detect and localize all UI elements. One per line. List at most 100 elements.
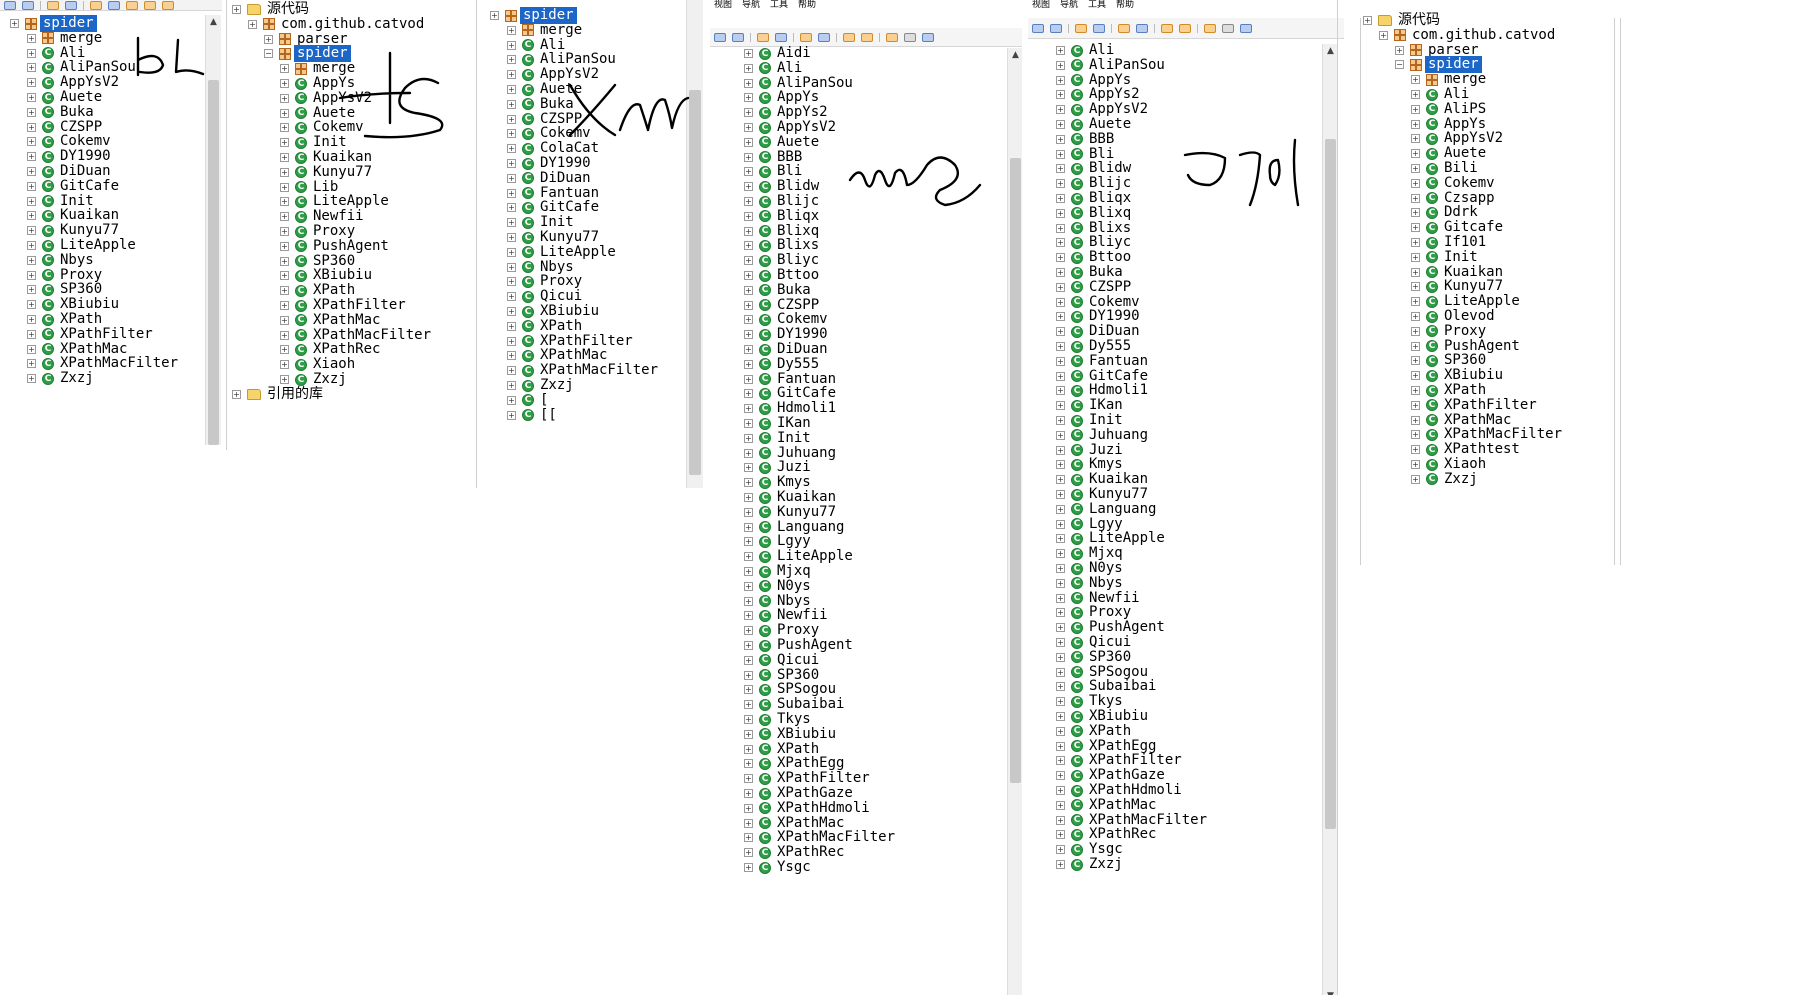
expand-icon[interactable]: + <box>1411 341 1420 351</box>
next-icon[interactable] <box>861 32 873 42</box>
expand-icon[interactable]: + <box>1056 771 1065 781</box>
expand-icon[interactable]: + <box>1411 474 1420 484</box>
scroll-up-icon[interactable]: ▲ <box>1008 48 1022 63</box>
expand-icon[interactable]: + <box>280 227 289 236</box>
expand-icon[interactable]: + <box>744 463 753 473</box>
expand-icon[interactable]: + <box>744 123 753 132</box>
expand-icon[interactable]: + <box>280 108 289 118</box>
expand-icon[interactable]: + <box>744 226 753 236</box>
expand-icon[interactable]: + <box>1056 297 1065 307</box>
expand-icon[interactable]: + <box>1411 430 1420 440</box>
forward-arrow-icon[interactable] <box>757 32 769 42</box>
menu-help[interactable]: 帮助 <box>798 0 816 10</box>
expand-icon[interactable]: + <box>1056 386 1065 396</box>
expand-icon[interactable]: + <box>744 596 753 606</box>
expand-icon[interactable]: + <box>507 218 516 228</box>
package-icon[interactable] <box>162 0 174 10</box>
expand-icon[interactable]: + <box>744 315 753 325</box>
expand-icon[interactable]: + <box>744 626 753 636</box>
expand-icon[interactable]: + <box>1411 460 1420 469</box>
expand-icon[interactable]: + <box>744 715 753 724</box>
expand-icon[interactable]: + <box>280 241 289 251</box>
expand-icon[interactable]: + <box>27 181 36 191</box>
expand-icon[interactable]: + <box>27 48 36 58</box>
expand-icon[interactable]: + <box>1056 60 1065 70</box>
expand-icon[interactable]: + <box>744 330 753 340</box>
panel-5-scrollbar[interactable]: ▲ ▼ <box>1322 44 1338 995</box>
expand-icon[interactable]: + <box>1056 134 1065 144</box>
expand-icon[interactable]: + <box>1056 149 1065 159</box>
expand-icon[interactable]: + <box>27 152 36 162</box>
expand-icon[interactable]: + <box>280 182 289 192</box>
expand-icon[interactable]: + <box>232 389 241 399</box>
expand-icon[interactable]: + <box>1056 312 1065 322</box>
expand-icon[interactable]: + <box>744 537 753 547</box>
expand-icon[interactable]: + <box>1056 90 1065 100</box>
tree-item[interactable]: + C [[ <box>507 407 557 424</box>
panel-3-scrollbar[interactable] <box>686 0 703 488</box>
expand-icon[interactable]: + <box>1056 371 1065 381</box>
expand-icon[interactable]: + <box>1056 786 1065 795</box>
expand-icon[interactable]: + <box>744 448 753 458</box>
expand-icon[interactable]: + <box>1056 830 1065 840</box>
expand-icon[interactable]: + <box>27 78 36 88</box>
expand-icon[interactable]: + <box>1056 578 1065 588</box>
expand-icon[interactable]: + <box>507 247 516 257</box>
menu-navigate[interactable]: 导航 <box>1060 0 1078 10</box>
wrench-icon[interactable] <box>922 32 934 42</box>
expand-icon[interactable]: + <box>1411 164 1420 173</box>
expand-icon[interactable]: + <box>744 78 753 88</box>
expand-icon[interactable]: + <box>27 359 36 369</box>
expand-icon[interactable]: + <box>507 173 516 183</box>
expand-icon[interactable]: + <box>1411 445 1420 455</box>
expand-icon[interactable]: + <box>1056 460 1065 470</box>
build-icon[interactable] <box>800 32 812 42</box>
expand-icon[interactable]: + <box>1056 741 1065 751</box>
expand-icon[interactable]: + <box>1411 312 1420 321</box>
back-icon[interactable] <box>1161 23 1173 33</box>
expand-icon[interactable]: + <box>1411 326 1420 336</box>
expand-icon[interactable]: + <box>27 374 36 384</box>
expand-icon[interactable]: + <box>744 729 753 739</box>
expand-icon[interactable]: + <box>1411 149 1420 159</box>
collapse-all-icon[interactable] <box>4 0 16 10</box>
expand-icon[interactable]: + <box>507 366 516 376</box>
expand-icon[interactable]: + <box>1056 327 1065 337</box>
expand-icon[interactable]: + <box>507 25 516 35</box>
expand-icon[interactable]: + <box>744 774 753 784</box>
expand-icon[interactable]: + <box>744 641 753 650</box>
expand-icon[interactable]: + <box>1411 75 1420 85</box>
expand-icon[interactable]: + <box>744 389 753 399</box>
menu-help[interactable]: 帮助 <box>1116 0 1134 10</box>
expand-icon[interactable]: + <box>744 256 753 266</box>
expand-icon[interactable]: + <box>280 256 289 266</box>
expand-icon[interactable]: + <box>744 759 753 769</box>
expand-icon[interactable]: + <box>507 55 516 65</box>
expand-icon[interactable]: + <box>744 211 753 221</box>
expand-icon[interactable]: + <box>280 64 289 74</box>
expand-icon[interactable]: + <box>280 93 289 103</box>
back-icon[interactable] <box>126 0 138 10</box>
menu-navigate[interactable]: 导航 <box>742 0 760 10</box>
expand-icon[interactable]: + <box>744 433 753 443</box>
expand-icon[interactable]: + <box>1056 194 1065 203</box>
expand-icon[interactable]: + <box>1056 416 1065 425</box>
expand-icon[interactable]: + <box>1056 564 1065 573</box>
expand-icon[interactable]: + <box>507 129 516 139</box>
expand-icon[interactable]: + <box>507 351 516 361</box>
expand-icon[interactable]: + <box>744 478 753 488</box>
expand-icon[interactable]: + <box>280 212 289 222</box>
back-icon[interactable] <box>843 32 855 42</box>
expand-icon[interactable]: + <box>1056 475 1065 485</box>
expand-icon[interactable]: + <box>27 167 36 176</box>
expand-icon[interactable]: + <box>1056 223 1065 233</box>
expand-icon[interactable]: + <box>1411 371 1420 381</box>
hierarchy-icon[interactable] <box>1093 23 1105 33</box>
expand-icon[interactable]: + <box>744 833 753 843</box>
tree-item[interactable]: + C Zxzj <box>1056 856 1123 873</box>
expand-icon[interactable]: + <box>27 285 36 295</box>
next-icon[interactable] <box>144 0 156 10</box>
expand-icon[interactable]: + <box>280 79 289 88</box>
search-icon[interactable] <box>108 0 120 10</box>
expand-icon[interactable]: + <box>1411 134 1420 144</box>
